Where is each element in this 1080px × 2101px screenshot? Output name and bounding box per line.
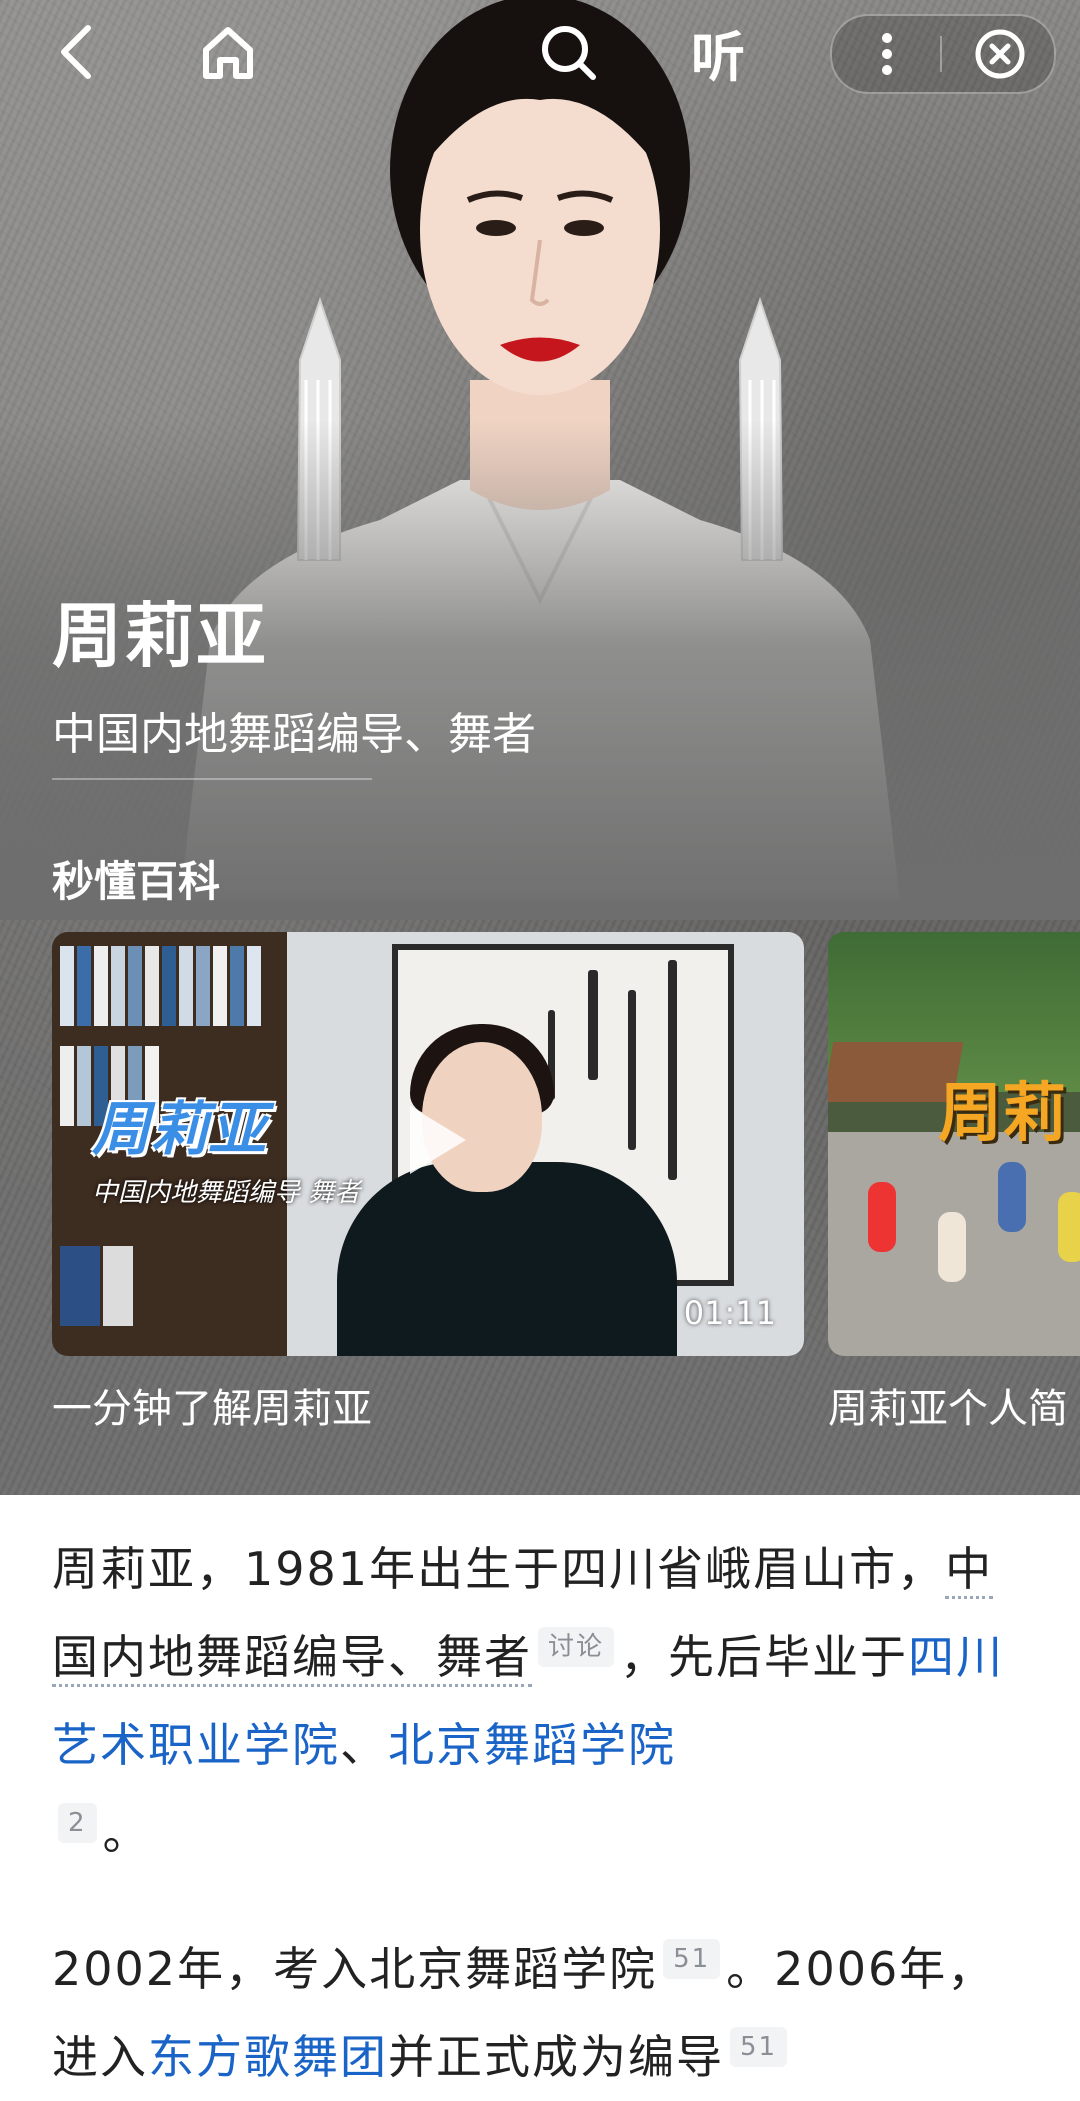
- page-subtitle: 中国内地舞蹈编导、舞者: [52, 709, 536, 760]
- back-button[interactable]: [46, 20, 106, 84]
- hero-banner: 听 周莉亚 中国内地舞蹈编导、舞者 秒懂百科 周莉亚 中国内地舞蹈编导 舞者 0…: [0, 0, 1080, 1495]
- listen-button[interactable]: 听: [680, 20, 756, 89]
- text-run: 周莉亚，1981年出生于四川省峨眉山市，: [52, 1542, 946, 1596]
- reference-tag[interactable]: 51: [730, 2027, 788, 2067]
- top-bar: 听: [0, 0, 1080, 110]
- capsule-divider: [940, 36, 942, 72]
- video-overlay-title: 周莉: [938, 1077, 1066, 1151]
- back-arrow-icon: [61, 25, 91, 79]
- home-icon: [203, 27, 253, 79]
- text-run: 2002年，考入北京舞蹈学院: [52, 1942, 658, 1996]
- thumbnail-figure: [1058, 1192, 1080, 1262]
- video-card[interactable]: 周莉亚 中国内地舞蹈编导 舞者 01:11: [52, 932, 804, 1356]
- search-button[interactable]: [536, 20, 600, 84]
- thumbnail-figure: [868, 1182, 896, 1252]
- capsule-menu: [830, 14, 1056, 94]
- discussion-tag[interactable]: 讨论: [538, 1627, 615, 1667]
- video-caption[interactable]: 周莉亚个人简: [828, 1376, 1068, 1434]
- video-overlay-title: 周莉亚: [92, 1095, 267, 1163]
- text-run: 并正式成为编导: [388, 2030, 724, 2084]
- presenter-figure: [337, 1162, 677, 1356]
- text-run: ，先后毕业于: [620, 1630, 909, 1684]
- thumbnail-figure: [998, 1162, 1026, 1232]
- more-button[interactable]: [872, 26, 902, 82]
- article-body: 周莉亚，1981年出生于四川省峨眉山市，中国内地舞蹈编导、舞者 讨论 ，先后毕业于四…: [0, 1495, 1080, 2101]
- close-circle-icon: [975, 29, 1025, 79]
- section-title: 秒懂百科: [52, 857, 221, 906]
- article-paragraph: 周莉亚，1981年出生于四川省峨眉山市，中国内地舞蹈编导、舞者 讨论 ，先后毕业于四…: [52, 1525, 1032, 1877]
- search-icon: [542, 26, 596, 80]
- org-link[interactable]: 东方歌舞团: [148, 2030, 388, 2084]
- title-divider: [52, 778, 372, 780]
- video-overlay-subtitle: 中国内地舞蹈编导 舞者: [92, 1178, 361, 1208]
- page-title: 周莉亚: [52, 595, 268, 677]
- play-icon[interactable]: [382, 1092, 478, 1188]
- text-run: 、: [340, 1718, 388, 1772]
- video-caption[interactable]: 一分钟了解周莉亚: [52, 1376, 372, 1434]
- video-card[interactable]: 周莉: [828, 932, 1080, 1356]
- reference-tag[interactable]: 2: [58, 1803, 97, 1843]
- video-duration: 01:11: [683, 1294, 776, 1332]
- text-run: 。: [102, 1806, 151, 1860]
- thumbnail-figure: [938, 1212, 966, 1282]
- close-button[interactable]: [972, 26, 1028, 82]
- reference-tag[interactable]: 51: [663, 1939, 721, 1979]
- home-button[interactable]: [196, 20, 260, 84]
- school-link[interactable]: 北京舞蹈学院: [388, 1718, 676, 1772]
- more-vertical-icon: [882, 33, 892, 75]
- article-paragraph: 2002年，考入北京舞蹈学院 51 。2006年，进入东方歌舞团并正式成为编导 51: [52, 1925, 1032, 2101]
